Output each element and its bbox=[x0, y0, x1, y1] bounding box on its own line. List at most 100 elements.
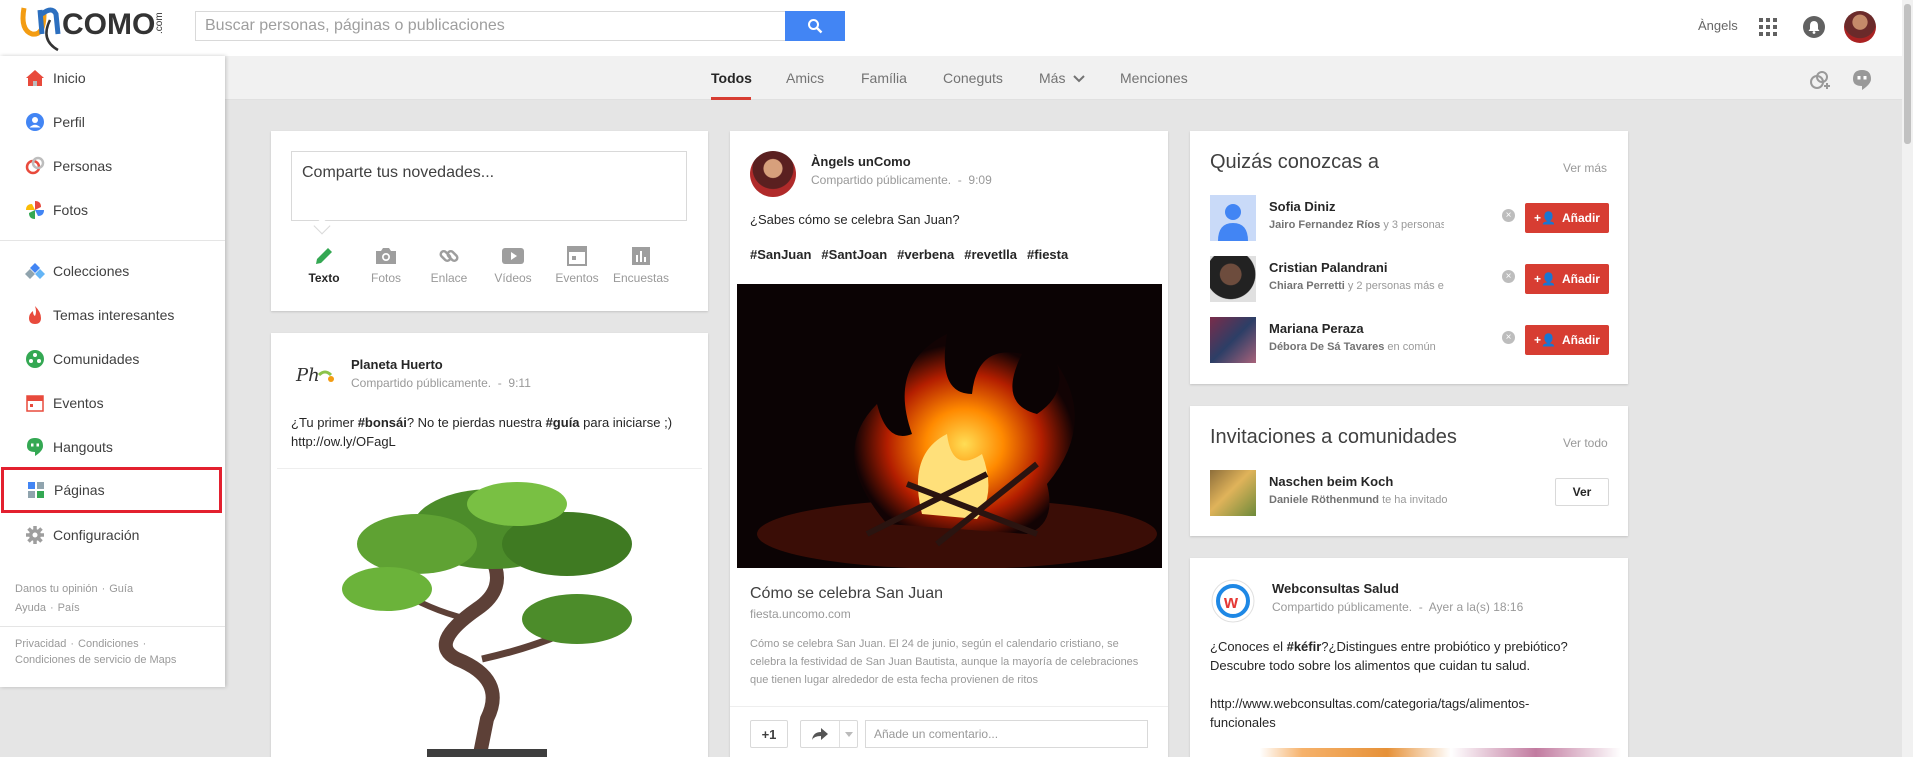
sidebar-item-perfil[interactable]: Perfil bbox=[0, 100, 225, 144]
add-person-button[interactable]: +👤 Añadir bbox=[1525, 264, 1609, 294]
share-event-button[interactable]: Eventos bbox=[547, 241, 607, 285]
chevron-down-icon bbox=[845, 732, 853, 737]
tab-menciones[interactable]: Menciones bbox=[1120, 70, 1188, 86]
help-link[interactable]: Ayuda bbox=[15, 602, 46, 614]
hashtag-link[interactable]: #kéfir bbox=[1287, 639, 1322, 654]
guide-link[interactable]: Guía bbox=[109, 583, 133, 595]
hashtag-link[interactable]: #SanJuan bbox=[750, 247, 811, 262]
comment-input[interactable]: Añade un comentario... bbox=[865, 720, 1148, 748]
post-url-link[interactable]: funcionales bbox=[1210, 715, 1276, 730]
hashtag-link[interactable]: #revetlla bbox=[964, 247, 1017, 262]
share-video-button[interactable]: Vídeos bbox=[483, 241, 543, 285]
share-input[interactable]: Comparte tus novedades... bbox=[291, 151, 687, 221]
share-link-button[interactable]: Enlace bbox=[419, 241, 479, 285]
search-button[interactable] bbox=[785, 11, 845, 41]
post-text-part: ?¿Distingues entre probiótico y prebióti… bbox=[1321, 639, 1568, 654]
sidebar-item-temas[interactable]: Temas interesantes bbox=[0, 293, 225, 337]
bonfire-image[interactable] bbox=[737, 284, 1162, 569]
hashtag-link[interactable]: #fiesta bbox=[1027, 247, 1068, 262]
tab-familia[interactable]: Família bbox=[861, 70, 907, 86]
sidebar-item-colecciones[interactable]: Colecciones bbox=[0, 249, 225, 293]
hashtag-link[interactable]: #verbena bbox=[897, 247, 954, 262]
share-action-label: Eventos bbox=[555, 271, 599, 285]
sidebar-item-personas[interactable]: Personas bbox=[0, 144, 225, 188]
person-name[interactable]: Cristian Palandrani bbox=[1269, 260, 1387, 275]
user-name-link[interactable]: Àngels bbox=[1698, 18, 1738, 33]
post-meta: Compartido públicamente. - Ayer a la(s) … bbox=[1272, 600, 1524, 614]
terms-link[interactable]: Condiciones bbox=[78, 638, 139, 650]
webconsultas-avatar[interactable]: w bbox=[1210, 578, 1256, 624]
add-button-label: Añadir bbox=[1561, 211, 1600, 225]
share-action-label: Fotos bbox=[370, 271, 401, 285]
mutual-friend-name: Débora De Sá Tavares bbox=[1269, 341, 1385, 353]
search-input[interactable] bbox=[196, 12, 786, 40]
uncomo-logo[interactable]: COMO .com bbox=[10, 0, 170, 56]
photos-icon bbox=[25, 200, 45, 220]
sidebar-item-hangouts[interactable]: Hangouts bbox=[0, 425, 225, 469]
person-avatar[interactable] bbox=[1210, 256, 1256, 302]
apps-grid-icon[interactable] bbox=[1758, 17, 1778, 37]
tab-mas[interactable]: Más bbox=[1039, 70, 1086, 86]
feedback-link[interactable]: Danos tu opinión bbox=[15, 583, 98, 595]
dismiss-icon[interactable]: × bbox=[1502, 270, 1515, 283]
post-author[interactable]: Àngels unComo bbox=[811, 154, 911, 169]
dismiss-icon[interactable]: × bbox=[1502, 209, 1515, 222]
bonsai-image[interactable] bbox=[277, 468, 702, 757]
add-person-button[interactable]: +👤 Añadir bbox=[1525, 325, 1609, 355]
person-avatar[interactable] bbox=[1210, 195, 1256, 241]
post-meta: Compartido públicamente. - 9:09 bbox=[811, 173, 992, 187]
circles-icon[interactable] bbox=[1808, 70, 1830, 90]
maps-terms-link[interactable]: Condiciones de servicio de Maps bbox=[15, 654, 176, 666]
post-card: Àngels unComo Compartido públicamente. -… bbox=[730, 131, 1168, 757]
view-community-button[interactable]: Ver bbox=[1555, 478, 1609, 506]
tab-todos[interactable]: Todos bbox=[711, 70, 752, 86]
post-time[interactable]: 9:11 bbox=[508, 376, 530, 390]
post-author[interactable]: Planeta Huerto bbox=[351, 357, 443, 372]
hangouts-quick-icon[interactable] bbox=[1852, 69, 1872, 91]
mutual-friends: Jairo Fernandez Ríos y 3 personas más en… bbox=[1269, 219, 1444, 231]
post-time[interactable]: 9:09 bbox=[968, 173, 991, 187]
share-text-button[interactable]: Texto bbox=[294, 241, 354, 285]
notifications-bell-icon[interactable] bbox=[1803, 16, 1825, 38]
sidebar-item-fotos[interactable]: Fotos bbox=[0, 188, 225, 232]
hashtag-link[interactable]: #guía bbox=[546, 415, 580, 430]
tab-coneguts[interactable]: Coneguts bbox=[943, 70, 1003, 86]
post-url-link[interactable]: http://www.webconsultas.com/categoria/ta… bbox=[1210, 696, 1529, 711]
planeta-huerto-avatar[interactable]: Ph bbox=[293, 353, 337, 397]
hashtag-link[interactable]: #bonsái bbox=[358, 415, 407, 430]
share-post-button[interactable] bbox=[800, 720, 858, 748]
sidebar-item-configuracion[interactable]: Configuración bbox=[0, 513, 225, 557]
link-preview-title[interactable]: Cómo se celebra San Juan bbox=[750, 585, 943, 603]
sidebar-item-paginas[interactable]: Páginas bbox=[1, 467, 222, 513]
top-bar: COMO .com Àngels bbox=[0, 0, 1913, 56]
sidebar-item-inicio[interactable]: Inicio bbox=[0, 56, 225, 100]
angels-avatar[interactable] bbox=[750, 151, 796, 197]
post-time[interactable]: Ayer a la(s) 18:16 bbox=[1429, 600, 1524, 614]
hashtag-link[interactable]: #SantJoan bbox=[821, 247, 887, 262]
scrollbar-thumb[interactable] bbox=[1904, 4, 1911, 144]
dismiss-icon[interactable]: × bbox=[1502, 331, 1515, 344]
user-avatar[interactable] bbox=[1844, 11, 1876, 43]
food-image[interactable] bbox=[1196, 748, 1621, 757]
svg-text:w: w bbox=[1223, 592, 1239, 612]
see-more-link[interactable]: Ver más bbox=[1563, 161, 1607, 175]
see-all-link[interactable]: Ver todo bbox=[1563, 436, 1608, 450]
share-poll-button[interactable]: Encuestas bbox=[611, 241, 671, 285]
post-url-link[interactable]: http://ow.ly/OFagL bbox=[291, 434, 396, 449]
country-link[interactable]: País bbox=[58, 602, 80, 614]
plus-one-button[interactable]: +1 bbox=[750, 720, 788, 748]
tab-amics[interactable]: Amics bbox=[786, 70, 824, 86]
sidebar-item-label: Fotos bbox=[53, 202, 89, 218]
community-name[interactable]: Naschen beim Koch bbox=[1269, 474, 1393, 489]
sidebar-item-eventos[interactable]: Eventos bbox=[0, 381, 225, 425]
community-avatar[interactable] bbox=[1210, 470, 1256, 516]
person-name[interactable]: Sofia Diniz bbox=[1269, 199, 1335, 214]
add-person-button[interactable]: +👤 Añadir bbox=[1525, 203, 1609, 233]
sidebar-item-comunidades[interactable]: Comunidades bbox=[0, 337, 225, 381]
share-photos-button[interactable]: Fotos bbox=[356, 241, 416, 285]
stream-filter-bar: Todos Amics Família Coneguts Más Mencion… bbox=[0, 56, 1913, 100]
person-avatar[interactable] bbox=[1210, 317, 1256, 363]
post-author[interactable]: Webconsultas Salud bbox=[1272, 581, 1399, 596]
person-name[interactable]: Mariana Peraza bbox=[1269, 321, 1364, 336]
privacy-link[interactable]: Privacidad bbox=[15, 638, 66, 650]
